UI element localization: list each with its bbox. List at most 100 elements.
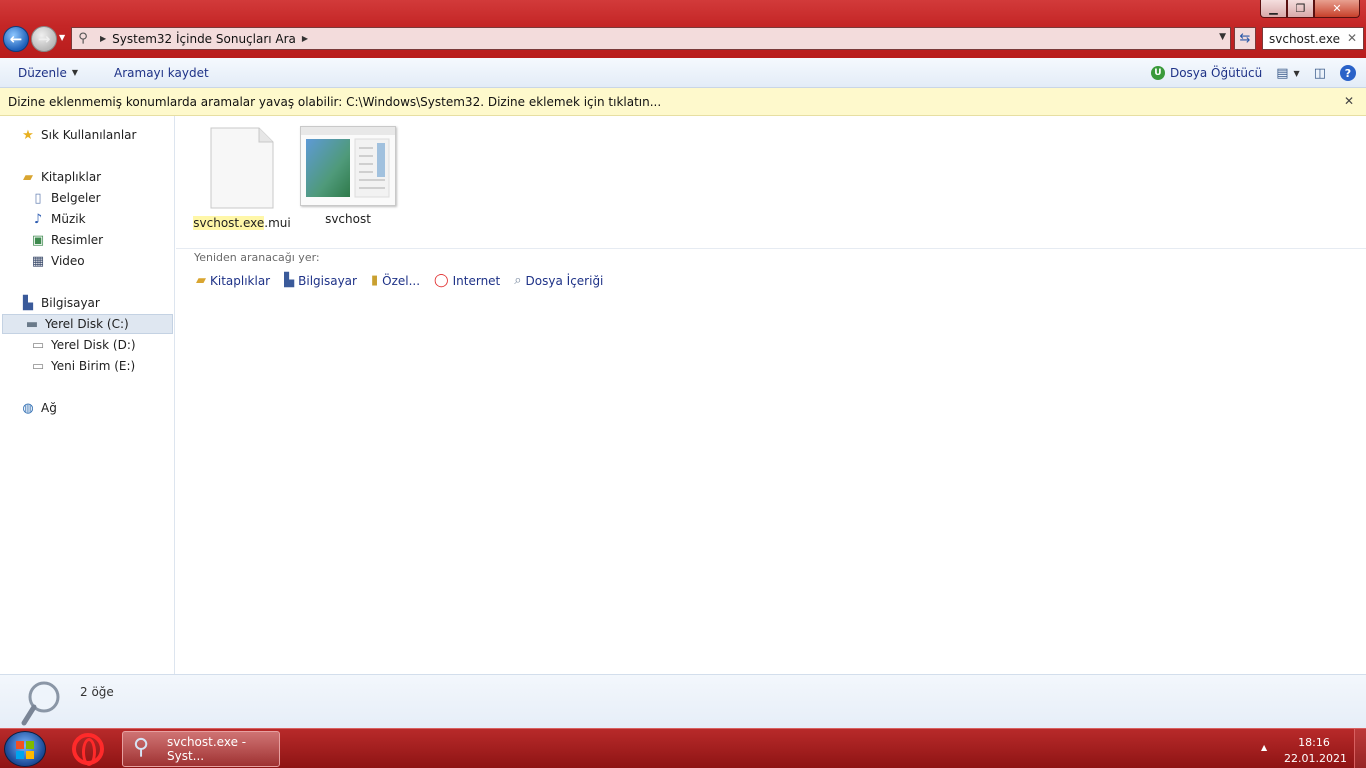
search-again-file-contents[interactable]: ⌕ Dosya İçeriği — [514, 273, 603, 288]
explorer-taskbar-label: svchost.exe - Syst... — [167, 735, 247, 763]
breadcrumb-arrow-icon[interactable]: ▶ — [100, 34, 106, 43]
computer-icon: ▙ — [23, 295, 33, 311]
nav-disk-e-label: Yeni Birim (E:) — [51, 359, 136, 373]
taskbar: ⚲ svchost.exe - Syst... ▲ 18:16 22.01.20… — [0, 728, 1366, 768]
picture-icon: ▣ — [31, 232, 45, 248]
change-view-button[interactable]: ▤ ▼ — [1276, 66, 1299, 81]
clear-search-icon[interactable]: ✕ — [1347, 31, 1357, 45]
film-icon: ▦ — [31, 253, 45, 269]
search-results-pane: svchost.exe.mui svchost Yeniden aranacağ… — [176, 116, 1366, 674]
nav-videos-label: Video — [51, 254, 85, 268]
network-icon: ◍ — [22, 400, 34, 416]
forward-button[interactable]: → — [31, 26, 57, 52]
recent-pages-dropdown[interactable]: ▼ — [59, 33, 65, 42]
search-again-custom[interactable]: ▮ Özel... — [371, 273, 420, 288]
show-desktop-button[interactable] — [1354, 729, 1366, 768]
info-bar-message: Dizine eklenmemiş konumlarda aramalar ya… — [8, 94, 662, 109]
command-toolbar: Düzenle ▼ Aramayı kaydet U Dosya Öğütücü… — [0, 58, 1366, 88]
nav-libraries-label: Kitaplıklar — [41, 170, 102, 184]
nav-computer[interactable]: ▙ Bilgisayar — [20, 293, 100, 313]
breadcrumb-arrow-icon[interactable]: ▶ — [302, 34, 308, 43]
search-again-file-contents-label: Dosya İçeriği — [525, 273, 604, 288]
search-again-libraries-label: Kitaplıklar — [210, 273, 271, 288]
search-again-internet[interactable]: ◯ Internet — [434, 273, 500, 288]
preview-pane-button[interactable]: ◫ — [1314, 66, 1326, 81]
library-folder-icon: ▰ — [196, 273, 206, 288]
drive-icon: ▭ — [31, 358, 45, 374]
start-button[interactable] — [4, 731, 46, 767]
file-guide-button[interactable]: U Dosya Öğütücü — [1150, 66, 1263, 80]
drive-icon: ▭ — [31, 337, 45, 353]
organize-button[interactable]: Düzenle ▼ — [0, 66, 96, 80]
search-again-internet-label: Internet — [452, 273, 501, 288]
nav-pictures[interactable]: ▣ Resimler — [30, 230, 103, 250]
file-name: svchost.exe.mui — [190, 216, 294, 230]
opera-taskbar-icon[interactable] — [72, 733, 104, 766]
clock-date: 22.01.2021 — [1284, 752, 1347, 765]
nav-libraries[interactable]: ▰ Kitaplıklar — [20, 167, 101, 187]
nav-favorites[interactable]: ★ Sık Kullanılanlar — [20, 125, 136, 145]
nav-pictures-label: Resimler — [51, 233, 104, 247]
computer-icon: ▙ — [284, 273, 295, 288]
refresh-button[interactable]: ⇆ — [1234, 27, 1256, 50]
details-pane: 2 öğe — [0, 674, 1366, 728]
search-again-computer[interactable]: ▙ Bilgisayar — [284, 273, 357, 288]
nav-disk-d[interactable]: ▭ Yerel Disk (D:) — [30, 335, 136, 355]
address-history-dropdown[interactable]: ▼ — [1219, 32, 1226, 42]
explorer-taskbar-button[interactable]: ⚲ svchost.exe - Syst... — [122, 731, 280, 767]
file-search-icon: ⌕ — [514, 273, 522, 288]
search-match-highlight: svchost.exe — [193, 216, 265, 230]
file-guide-label: Dosya Öğütücü — [1169, 66, 1263, 80]
help-button[interactable]: ? — [1340, 65, 1356, 81]
system-clock[interactable]: 18:16 22.01.2021 — [1284, 735, 1347, 767]
star-icon: ★ — [22, 127, 34, 143]
back-button[interactable]: ← — [3, 26, 29, 52]
search-again-label: Yeniden aranacağı yer: — [194, 251, 320, 264]
toolbar-right-group: U Dosya Öğütücü ▤ ▼ ◫ ? — [1150, 58, 1356, 88]
show-hidden-icons-icon[interactable]: ▲ — [1261, 743, 1267, 752]
nav-documents[interactable]: ▯ Belgeler — [30, 188, 100, 208]
preview-pane-icon: ◫ — [1313, 65, 1326, 81]
breadcrumb-search-results[interactable]: System32 İçinde Sonuçları Ara — [112, 32, 296, 46]
title-bar: ▁ ❐ ✕ ← → ▼ ⚲ ▶ System32 İçinde Sonuçlar… — [0, 0, 1366, 58]
windows-logo-icon — [16, 741, 34, 759]
close-button[interactable]: ✕ — [1314, 0, 1360, 18]
minimize-button[interactable]: ▁ — [1260, 0, 1287, 18]
nav-network-label: Ağ — [41, 401, 57, 415]
window-controls: ▁ ❐ ✕ — [1260, 0, 1360, 18]
address-bar[interactable]: ⚲ ▶ System32 İçinde Sonuçları Ara ▶ ▼ — [71, 27, 1231, 50]
chevron-down-icon: ▼ — [59, 33, 66, 42]
search-again-libraries[interactable]: ▰ Kitaplıklar — [196, 273, 270, 288]
nav-computer-label: Bilgisayar — [41, 296, 100, 310]
file-item[interactable]: svchost.exe.mui — [190, 126, 294, 230]
close-icon[interactable]: ✕ — [1344, 94, 1354, 108]
system-drive-icon: ▬ — [25, 316, 39, 332]
nav-disk-e[interactable]: ▭ Yeni Birim (E:) — [30, 356, 135, 376]
maximize-button[interactable]: ❐ — [1287, 0, 1314, 18]
search-icon: ⚲ — [78, 31, 88, 46]
file-name: svchost — [325, 212, 371, 226]
nav-disk-c-label: Yerel Disk (C:) — [45, 317, 129, 331]
arrow-right-icon: → — [37, 30, 51, 48]
magnifier-icon — [21, 681, 60, 726]
nav-videos[interactable]: ▦ Video — [30, 251, 85, 271]
chevron-down-icon: ▼ — [1293, 68, 1300, 78]
file-item[interactable]: svchost — [296, 126, 400, 226]
index-info-bar[interactable]: Dizine eklenmemiş konumlarda aramalar ya… — [0, 88, 1366, 116]
search-input[interactable]: svchost.exe ✕ — [1262, 27, 1364, 50]
nav-music-label: Müzik — [51, 212, 86, 226]
search-input-value: svchost.exe — [1269, 31, 1340, 46]
refresh-icon: ⇆ — [1239, 31, 1251, 46]
search-icon: ⚲ — [133, 735, 150, 760]
help-icon: ? — [1340, 65, 1356, 81]
nav-network[interactable]: ◍ Ağ — [20, 398, 57, 418]
search-again-custom-label: Özel... — [382, 273, 421, 288]
save-search-button[interactable]: Aramayı kaydet — [96, 66, 227, 80]
item-count: 2 öğe — [80, 685, 114, 699]
search-again-locations: ▰ Kitaplıklar ▙ Bilgisayar ▮ Özel... ◯ I… — [196, 273, 603, 288]
nav-disk-c[interactable]: ▬ Yerel Disk (C:) — [2, 314, 173, 334]
views-icon: ▤ — [1276, 65, 1289, 81]
nav-favorites-label: Sık Kullanılanlar — [41, 128, 137, 142]
library-folder-icon: ▰ — [23, 169, 33, 185]
nav-music[interactable]: ♪ Müzik — [30, 209, 86, 229]
